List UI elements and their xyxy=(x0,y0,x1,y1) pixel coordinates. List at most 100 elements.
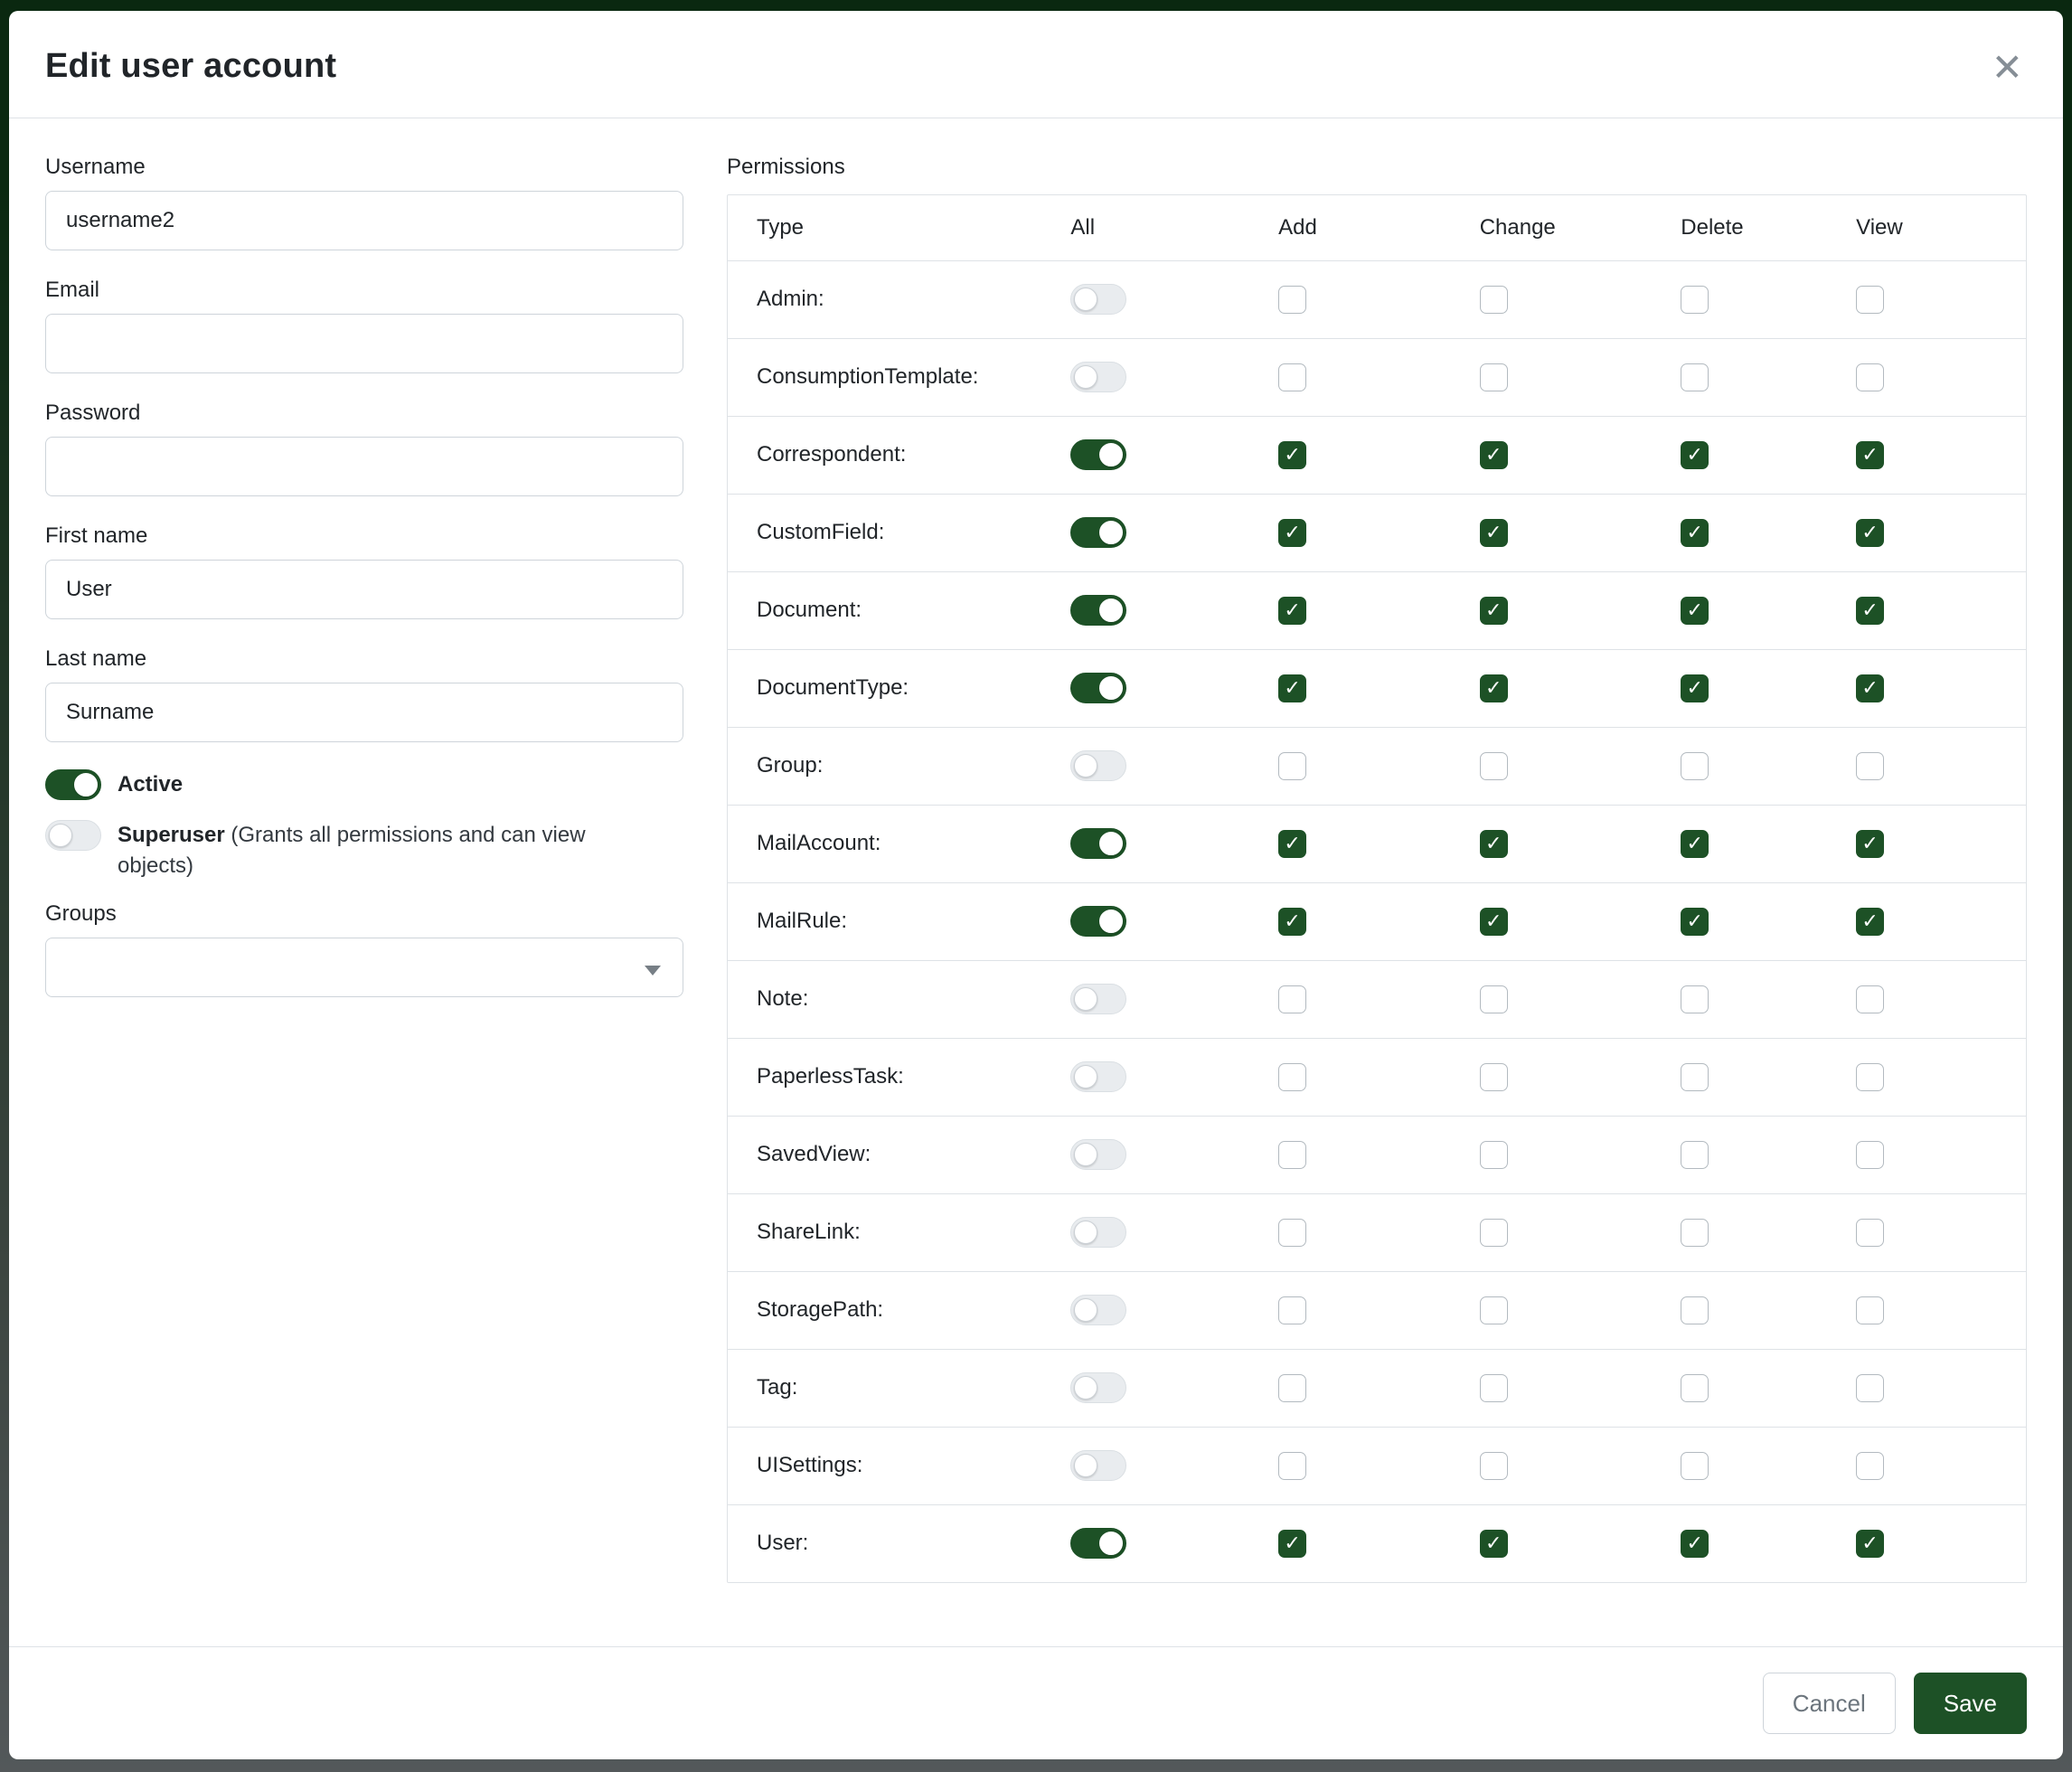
permission-all-toggle[interactable] xyxy=(1070,1372,1126,1403)
permission-view-checkbox[interactable]: ✓ xyxy=(1856,908,1884,936)
permission-change-checkbox[interactable]: ✓ xyxy=(1480,674,1508,702)
permission-view-checkbox[interactable] xyxy=(1856,1063,1884,1091)
permission-add-checkbox[interactable]: ✓ xyxy=(1278,597,1306,625)
permission-delete-checkbox[interactable] xyxy=(1681,1452,1709,1480)
permission-change-checkbox[interactable] xyxy=(1480,985,1508,1013)
last-name-field[interactable] xyxy=(45,683,683,742)
permission-delete-checkbox[interactable]: ✓ xyxy=(1681,441,1709,469)
permission-change-checkbox[interactable]: ✓ xyxy=(1480,830,1508,858)
first-name-field[interactable] xyxy=(45,560,683,619)
permission-change-checkbox[interactable] xyxy=(1480,1219,1508,1247)
permission-add-checkbox[interactable] xyxy=(1278,286,1306,314)
permission-view-checkbox[interactable]: ✓ xyxy=(1856,830,1884,858)
permission-view-checkbox[interactable] xyxy=(1856,985,1884,1013)
email-field[interactable] xyxy=(45,314,683,373)
permission-add-checkbox[interactable] xyxy=(1278,985,1306,1013)
permission-delete-checkbox[interactable] xyxy=(1681,1141,1709,1169)
permission-change-checkbox[interactable] xyxy=(1480,1296,1508,1324)
permission-type-label: Correspondent: xyxy=(728,416,1065,494)
permission-view-checkbox[interactable] xyxy=(1856,752,1884,780)
permission-view-checkbox[interactable] xyxy=(1856,1452,1884,1480)
permission-add-checkbox[interactable] xyxy=(1278,1452,1306,1480)
permission-delete-checkbox[interactable] xyxy=(1681,1219,1709,1247)
permission-view-checkbox[interactable] xyxy=(1856,363,1884,391)
permission-all-toggle[interactable] xyxy=(1070,1450,1126,1481)
permission-change-checkbox[interactable] xyxy=(1480,1063,1508,1091)
permission-view-checkbox[interactable]: ✓ xyxy=(1856,441,1884,469)
permission-all-toggle[interactable] xyxy=(1070,362,1126,392)
permission-delete-checkbox[interactable]: ✓ xyxy=(1681,519,1709,547)
permission-view-checkbox[interactable] xyxy=(1856,1219,1884,1247)
permission-view-checkbox[interactable] xyxy=(1856,1296,1884,1324)
permission-all-toggle[interactable] xyxy=(1070,1139,1126,1170)
cancel-button[interactable]: Cancel xyxy=(1763,1673,1896,1734)
permission-delete-checkbox[interactable] xyxy=(1681,1296,1709,1324)
permission-delete-checkbox[interactable] xyxy=(1681,752,1709,780)
permission-change-checkbox[interactable] xyxy=(1480,752,1508,780)
permission-change-checkbox[interactable]: ✓ xyxy=(1480,908,1508,936)
permission-change-checkbox[interactable]: ✓ xyxy=(1480,597,1508,625)
permission-view-checkbox[interactable] xyxy=(1856,1374,1884,1402)
permission-delete-checkbox[interactable] xyxy=(1681,1063,1709,1091)
permission-delete-checkbox[interactable] xyxy=(1681,363,1709,391)
permission-delete-checkbox[interactable] xyxy=(1681,985,1709,1013)
permission-all-toggle[interactable] xyxy=(1070,1295,1126,1325)
permission-add-checkbox[interactable] xyxy=(1278,1063,1306,1091)
permission-view-checkbox[interactable]: ✓ xyxy=(1856,519,1884,547)
permission-add-checkbox[interactable]: ✓ xyxy=(1278,830,1306,858)
permission-change-checkbox[interactable]: ✓ xyxy=(1480,1530,1508,1558)
permission-row: Document:✓✓✓✓ xyxy=(728,571,2026,649)
permission-all-toggle[interactable] xyxy=(1070,1217,1126,1248)
permission-delete-checkbox[interactable]: ✓ xyxy=(1681,597,1709,625)
permission-add-checkbox[interactable] xyxy=(1278,752,1306,780)
permission-delete-checkbox[interactable]: ✓ xyxy=(1681,1530,1709,1558)
permission-view-checkbox[interactable]: ✓ xyxy=(1856,1530,1884,1558)
permission-change-checkbox[interactable] xyxy=(1480,1141,1508,1169)
permission-type-label: Note: xyxy=(728,960,1065,1038)
toggle-knob xyxy=(1099,521,1123,544)
close-icon[interactable]: ✕ xyxy=(1992,49,2023,87)
permission-view-checkbox[interactable]: ✓ xyxy=(1856,674,1884,702)
permission-all-toggle[interactable] xyxy=(1070,595,1126,626)
permission-add-checkbox[interactable]: ✓ xyxy=(1278,908,1306,936)
permission-add-checkbox[interactable] xyxy=(1278,363,1306,391)
permission-change-checkbox[interactable] xyxy=(1480,1374,1508,1402)
permission-add-checkbox[interactable]: ✓ xyxy=(1278,1530,1306,1558)
permission-add-checkbox[interactable] xyxy=(1278,1374,1306,1402)
permission-view-checkbox[interactable] xyxy=(1856,1141,1884,1169)
permission-add-checkbox[interactable]: ✓ xyxy=(1278,674,1306,702)
permission-change-checkbox[interactable] xyxy=(1480,363,1508,391)
password-field[interactable] xyxy=(45,437,683,496)
permission-all-toggle[interactable] xyxy=(1070,673,1126,703)
permission-view-checkbox[interactable]: ✓ xyxy=(1856,597,1884,625)
permission-all-toggle[interactable] xyxy=(1070,517,1126,548)
groups-select[interactable] xyxy=(45,938,683,997)
username-input[interactable] xyxy=(45,191,683,250)
permission-add-checkbox[interactable] xyxy=(1278,1296,1306,1324)
permission-add-checkbox[interactable] xyxy=(1278,1219,1306,1247)
active-toggle[interactable] xyxy=(45,769,101,800)
permission-delete-checkbox[interactable] xyxy=(1681,286,1709,314)
permission-add-checkbox[interactable]: ✓ xyxy=(1278,519,1306,547)
permission-delete-checkbox[interactable]: ✓ xyxy=(1681,908,1709,936)
permission-add-checkbox[interactable]: ✓ xyxy=(1278,441,1306,469)
superuser-toggle[interactable] xyxy=(45,820,101,851)
save-button[interactable]: Save xyxy=(1914,1673,2027,1734)
permission-delete-checkbox[interactable]: ✓ xyxy=(1681,830,1709,858)
permission-view-checkbox[interactable] xyxy=(1856,286,1884,314)
permission-all-toggle[interactable] xyxy=(1070,1061,1126,1092)
permission-all-toggle[interactable] xyxy=(1070,750,1126,781)
permission-change-checkbox[interactable]: ✓ xyxy=(1480,519,1508,547)
permission-all-toggle[interactable] xyxy=(1070,439,1126,470)
permission-delete-checkbox[interactable]: ✓ xyxy=(1681,674,1709,702)
permission-change-checkbox[interactable] xyxy=(1480,286,1508,314)
permission-all-toggle[interactable] xyxy=(1070,284,1126,315)
permission-delete-checkbox[interactable] xyxy=(1681,1374,1709,1402)
permission-change-checkbox[interactable] xyxy=(1480,1452,1508,1480)
permission-all-toggle[interactable] xyxy=(1070,1528,1126,1559)
permission-add-checkbox[interactable] xyxy=(1278,1141,1306,1169)
permission-all-toggle[interactable] xyxy=(1070,906,1126,937)
permission-change-checkbox[interactable]: ✓ xyxy=(1480,441,1508,469)
permission-all-toggle[interactable] xyxy=(1070,984,1126,1014)
permission-all-toggle[interactable] xyxy=(1070,828,1126,859)
